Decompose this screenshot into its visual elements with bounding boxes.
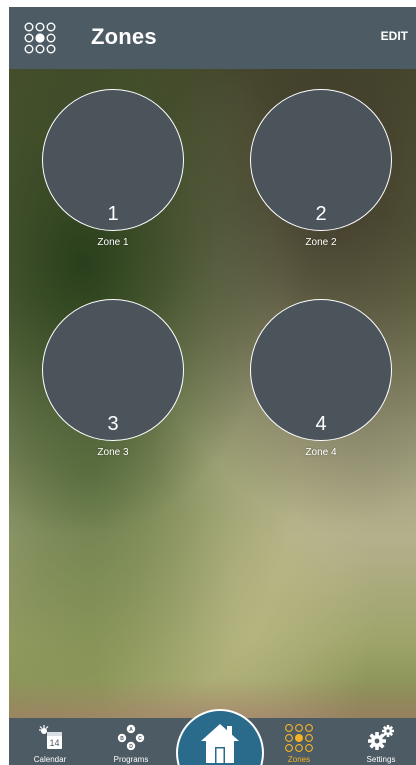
edit-button[interactable]: EDIT <box>381 29 408 43</box>
zone-label: Zone 3 <box>97 447 129 458</box>
programs-icon: A B C D <box>114 724 148 757</box>
svg-text:C: C <box>138 736 142 742</box>
grid-dots-icon[interactable] <box>23 21 57 55</box>
bottom-nav-bar: 14 Calendar A B C D Programs Zones Setti… <box>9 709 416 765</box>
zone-card-4[interactable]: 4 Zone 4 <box>250 299 392 458</box>
nav-label: Settings <box>366 755 396 764</box>
nav-programs[interactable]: A B C D Programs <box>96 718 166 765</box>
top-bar: Zones EDIT <box>9 7 416 69</box>
zone-label: Zone 4 <box>305 447 337 458</box>
nav-label: Zones <box>287 755 311 764</box>
zone-circle[interactable]: 4 <box>250 299 392 441</box>
nav-calendar[interactable]: 14 Calendar <box>15 718 85 765</box>
zones-grid-icon <box>284 723 314 758</box>
nav-label: Programs <box>113 755 149 764</box>
zone-number: 3 <box>107 413 119 435</box>
svg-text:D: D <box>129 744 133 750</box>
svg-text:B: B <box>120 736 124 742</box>
nav-settings[interactable]: Settings <box>346 718 416 765</box>
app-screen: Zones EDIT 1 Zone 1 2 Zone 2 3 Zone 3 4 … <box>9 7 416 765</box>
calendar-badge: 14 <box>49 738 59 748</box>
svg-text:A: A <box>129 727 133 733</box>
zone-card-2[interactable]: 2 Zone 2 <box>250 89 392 248</box>
zone-number: 2 <box>315 203 327 225</box>
zone-circle[interactable]: 3 <box>42 299 184 441</box>
zone-card-1[interactable]: 1 Zone 1 <box>42 89 184 248</box>
home-icon <box>201 724 239 763</box>
home-button[interactable] <box>176 709 264 765</box>
zone-circle[interactable]: 1 <box>42 89 184 231</box>
calendar-icon: 14 <box>36 724 64 757</box>
page-title: Zones <box>91 24 157 49</box>
zone-circle[interactable]: 2 <box>250 89 392 231</box>
zone-number: 1 <box>107 203 119 225</box>
zone-label: Zone 1 <box>97 237 129 248</box>
zone-number: 4 <box>315 413 327 435</box>
zone-label: Zone 2 <box>305 237 337 248</box>
nav-zones[interactable]: Zones <box>264 718 334 765</box>
gear-icon <box>366 724 396 757</box>
zone-card-3[interactable]: 3 Zone 3 <box>42 299 184 458</box>
nav-label: Calendar <box>33 755 67 764</box>
